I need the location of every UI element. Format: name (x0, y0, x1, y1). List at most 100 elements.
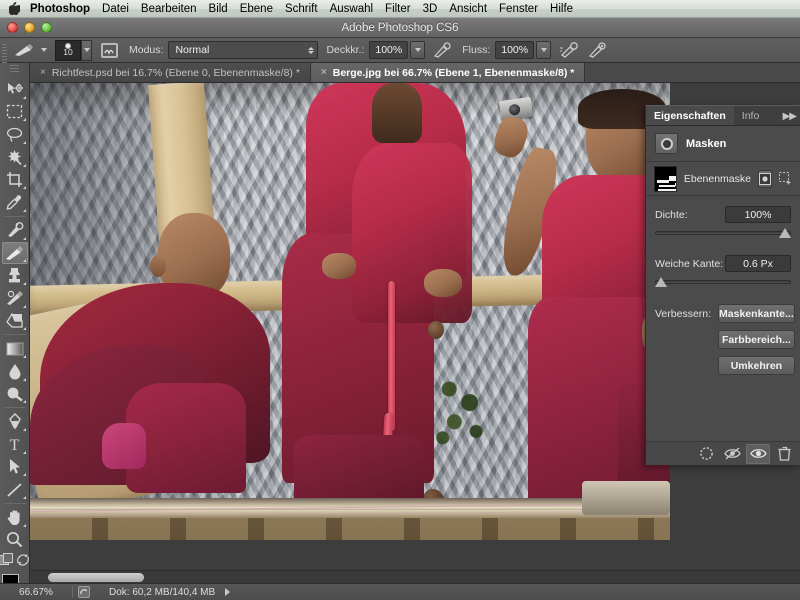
delete-mask-icon[interactable] (772, 444, 796, 464)
swap-colors-icon[interactable] (16, 553, 30, 571)
apply-mask-icon[interactable] (720, 444, 744, 464)
status-expand-arrow-icon[interactable] (225, 588, 231, 596)
opacity-input[interactable]: 100% (369, 41, 409, 59)
menu-item-3d[interactable]: 3D (417, 0, 444, 18)
menu-item-bearbeiten[interactable]: Bearbeiten (135, 0, 203, 18)
invert-button[interactable]: Umkehren (718, 356, 795, 375)
magic-wand-tool[interactable] (2, 146, 28, 169)
marquee-tool[interactable] (2, 101, 28, 124)
tool-submenu-indicator (22, 354, 26, 358)
menu-item-ansicht[interactable]: Ansicht (443, 0, 493, 18)
tool-submenu-indicator (22, 304, 26, 308)
shrub-in-photo (430, 369, 494, 449)
document-tab-berge[interactable]: × Berge.jpg bei 66.7% (Ebene 1, Ebenenma… (310, 63, 586, 82)
menu-item-datei[interactable]: Datei (96, 0, 135, 18)
close-icon[interactable]: × (40, 67, 46, 78)
feather-slider[interactable] (655, 276, 791, 290)
collapse-panel-icon[interactable]: ▶▶ (783, 106, 797, 126)
dodge-tool[interactable] (2, 383, 28, 406)
pixel-mask-select-icon[interactable] (758, 169, 772, 188)
zoom-tool[interactable] (2, 529, 28, 552)
density-value: 100% (744, 208, 772, 221)
menu-item-photoshop[interactable]: Photoshop (25, 0, 96, 18)
document-image-berge[interactable] (30, 83, 670, 540)
blur-tool[interactable] (2, 360, 28, 383)
pressure-opacity-icon[interactable] (430, 39, 454, 61)
tool-submenu-indicator (22, 95, 26, 99)
gradient-tool[interactable] (2, 337, 28, 360)
hand-tool[interactable] (2, 506, 28, 529)
menu-item-ebene[interactable]: Ebene (234, 0, 279, 18)
healing-brush-tool[interactable] (2, 219, 28, 242)
flow-dropdown-button[interactable] (536, 41, 552, 59)
tool-divider (3, 215, 26, 217)
opacity-dropdown-button[interactable] (410, 41, 426, 59)
density-input[interactable]: 100% (725, 206, 791, 223)
tab-info[interactable]: Info (734, 106, 768, 125)
airbrush-icon[interactable] (556, 39, 580, 61)
menu-item-bild[interactable]: Bild (203, 0, 234, 18)
tool-submenu-indicator (22, 327, 26, 331)
tool-submenu-indicator (22, 186, 26, 190)
menu-item-hilfe[interactable]: Hilfe (544, 0, 579, 18)
application-title: Adobe Photoshop CS6 (341, 21, 459, 34)
brush-preset-chevron-icon[interactable] (41, 48, 47, 52)
tab-eigenschaften[interactable]: Eigenschaften (646, 106, 734, 125)
document-info-icon[interactable] (73, 586, 95, 598)
history-brush-tool[interactable] (2, 287, 28, 310)
density-slider[interactable] (655, 227, 791, 241)
horizontal-scroll-thumb[interactable] (48, 573, 144, 582)
apple-logo-icon[interactable] (5, 2, 23, 15)
menu-item-filter[interactable]: Filter (379, 0, 417, 18)
toggle-mask-visibility-icon[interactable] (746, 443, 770, 464)
application-title-bar: Adobe Photoshop CS6 (0, 18, 800, 38)
pixel-mask-icon[interactable] (655, 133, 678, 154)
clone-stamp-tool[interactable] (2, 264, 28, 287)
tool-submenu-indicator (22, 140, 26, 144)
lasso-tool[interactable] (2, 123, 28, 146)
brush-size-stepper[interactable] (81, 39, 92, 61)
properties-panel-footer (646, 441, 800, 465)
line-tool[interactable] (2, 478, 28, 501)
blend-mode-select[interactable]: Normal (168, 41, 319, 59)
brush-panel-icon[interactable] (97, 39, 121, 61)
flow-input[interactable]: 100% (495, 41, 535, 59)
eraser-tool[interactable] (2, 310, 28, 333)
horizontal-scrollbar[interactable] (30, 570, 800, 583)
brush-size-display[interactable]: 10 (55, 39, 81, 61)
menu-item-fenster[interactable]: Fenster (493, 0, 544, 18)
density-row: Dichte: 100% (655, 206, 791, 241)
mask-edge-button[interactable]: Maskenkante... (718, 304, 795, 323)
document-tab-richtfest[interactable]: × Richtfest.psd bei 16.7% (Ebene 0, Eben… (30, 63, 311, 82)
load-selection-icon[interactable] (694, 444, 718, 464)
menu-item-schrift[interactable]: Schrift (279, 0, 324, 18)
color-range-button[interactable]: Farbbereich... (718, 330, 795, 349)
options-bar-grip[interactable] (0, 37, 9, 63)
tool-divider (3, 502, 26, 504)
pen-tool[interactable] (2, 410, 28, 433)
deck-slats (30, 518, 670, 540)
brush-tool[interactable] (1, 241, 28, 265)
close-icon[interactable]: × (321, 67, 327, 78)
crop-tool[interactable] (2, 169, 28, 192)
zoom-level[interactable]: 66.67% (0, 587, 72, 598)
type-tool[interactable]: T (2, 433, 28, 456)
feather-input[interactable]: 0.6 Px (725, 255, 791, 272)
path-selection-tool[interactable] (2, 456, 28, 479)
pressure-size-icon[interactable] (585, 39, 609, 61)
slider-thumb[interactable] (655, 277, 667, 287)
opacity-label: Deckkr.: (326, 44, 365, 56)
eyedropper-tool[interactable] (2, 191, 28, 214)
brush-stroke-icon[interactable] (12, 41, 38, 60)
button-label: Umkehren (730, 359, 783, 372)
move-tool[interactable] (2, 78, 28, 101)
brush-size-value: 10 (63, 47, 73, 57)
tools-panel-grip[interactable] (6, 65, 23, 75)
layer-mask-thumbnail[interactable] (654, 165, 677, 192)
vector-mask-add-icon[interactable] (779, 170, 792, 188)
slider-thumb[interactable] (779, 228, 791, 238)
layer-mask-row[interactable]: Ebenenmaske (646, 162, 800, 196)
quick-mask-icon[interactable] (0, 553, 14, 571)
density-label: Dichte: (655, 208, 688, 221)
menu-item-auswahl[interactable]: Auswahl (324, 0, 379, 18)
